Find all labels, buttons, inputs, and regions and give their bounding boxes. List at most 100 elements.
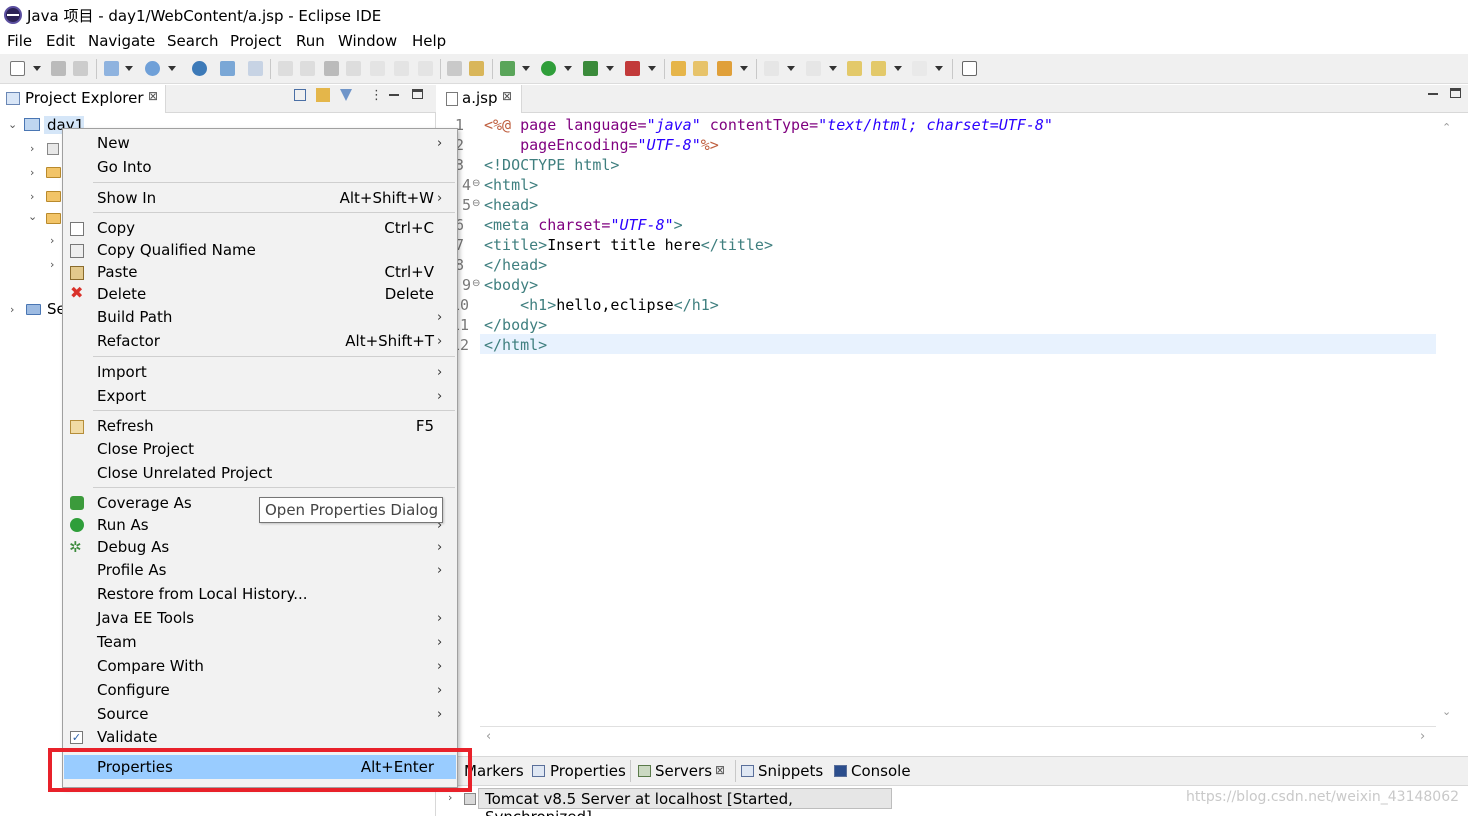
server-entry[interactable]: Tomcat v8.5 Server at localhost [Started…: [478, 788, 892, 816]
menu-run[interactable]: Run: [296, 32, 325, 50]
terminate-icon[interactable]: [324, 61, 339, 76]
menu-item-coverage-as[interactable]: Coverage As: [97, 494, 192, 512]
chevron-right-icon[interactable]: ›: [30, 190, 34, 203]
chevron-right-icon[interactable]: ›: [50, 234, 54, 247]
pencil-dropdown-icon[interactable]: [740, 66, 748, 71]
menu-item-validate[interactable]: Validate: [97, 728, 157, 746]
step-over-icon[interactable]: [394, 61, 409, 76]
forward-dropdown-icon[interactable]: [935, 66, 943, 71]
collapse-all-icon[interactable]: [294, 89, 306, 101]
tab-console[interactable]: Console: [851, 762, 911, 780]
menu-window[interactable]: Window: [338, 32, 397, 50]
menu-item-compare-with[interactable]: Compare With: [97, 657, 204, 675]
menu-item-configure[interactable]: Configure: [97, 681, 170, 699]
open-perspective-icon[interactable]: [962, 61, 977, 76]
menu-item-debug-as[interactable]: Debug As: [97, 538, 169, 556]
tab-properties[interactable]: Properties: [550, 762, 626, 780]
menu-edit[interactable]: Edit: [46, 32, 75, 50]
horizontal-scrollbar[interactable]: ‹ ›: [480, 726, 1436, 748]
step-return-icon[interactable]: [418, 61, 433, 76]
external-tools-dropdown-icon[interactable]: [648, 66, 656, 71]
menu-item-paste[interactable]: Paste: [97, 263, 138, 281]
scroll-left-icon[interactable]: ‹: [486, 729, 491, 744]
external-tools-icon[interactable]: [625, 61, 640, 76]
fold-toggle-icon[interactable]: ⊖: [472, 278, 480, 289]
menu-item-export[interactable]: Export: [97, 387, 146, 405]
prev-annotation-icon[interactable]: [806, 61, 821, 76]
menu-navigate[interactable]: Navigate: [88, 32, 155, 50]
scroll-right-icon[interactable]: ›: [1420, 729, 1425, 744]
close-icon[interactable]: ⊠: [715, 763, 725, 777]
tab-a-jsp[interactable]: a.jsp ⊠: [440, 85, 522, 113]
expand-toggle-icon[interactable]: ⌄: [8, 118, 17, 131]
prev-annotation-dropdown-icon[interactable]: [829, 66, 837, 71]
back-icon[interactable]: [871, 61, 886, 76]
open-type-icon[interactable]: [248, 61, 263, 76]
menu-item-refactor[interactable]: Refactor: [97, 332, 160, 350]
menu-help[interactable]: Help: [412, 32, 446, 50]
new-package-icon[interactable]: [671, 61, 686, 76]
chevron-right-icon[interactable]: ›: [448, 791, 452, 804]
menu-item-refresh[interactable]: Refresh: [97, 417, 154, 435]
tab-markers[interactable]: Markers: [464, 762, 524, 780]
menu-item-run-as[interactable]: Run As: [97, 516, 149, 534]
fold-toggle-icon[interactable]: ⊖: [472, 178, 480, 189]
save-all-icon[interactable]: [73, 61, 88, 76]
pencil-icon[interactable]: [717, 61, 732, 76]
step-into-icon[interactable]: [370, 61, 385, 76]
menu-item-close-unrelated-project[interactable]: Close Unrelated Project: [97, 464, 272, 482]
minimize-icon[interactable]: [389, 94, 399, 96]
menu-item-restore-local-history[interactable]: Restore from Local History...: [97, 585, 308, 603]
chevron-right-icon[interactable]: ›: [30, 142, 34, 155]
maximize-icon[interactable]: [412, 89, 423, 99]
debug-dropdown-icon[interactable]: [522, 66, 530, 71]
editor-minimize-icon[interactable]: [1428, 93, 1438, 95]
menu-item-profile-as[interactable]: Profile As: [97, 561, 167, 579]
suspend-icon[interactable]: [300, 61, 315, 76]
task-icon[interactable]: [447, 61, 462, 76]
menu-search[interactable]: Search: [167, 32, 219, 50]
tab-project-explorer[interactable]: Project Explorer ⊠: [0, 85, 166, 113]
last-edit-icon[interactable]: [847, 61, 862, 76]
back-dropdown-icon[interactable]: [894, 66, 902, 71]
menu-item-copy[interactable]: Copy: [97, 219, 135, 237]
menu-item-build-path[interactable]: Build Path: [97, 308, 172, 326]
scroll-up-icon[interactable]: ⌃: [1442, 121, 1451, 134]
run-dropdown-icon[interactable]: [564, 66, 572, 71]
menu-item-source[interactable]: Source: [97, 705, 149, 723]
resume-icon[interactable]: [278, 61, 293, 76]
forward-icon[interactable]: [912, 61, 927, 76]
next-annotation-dropdown-icon[interactable]: [787, 66, 795, 71]
code-editor[interactable]: [440, 113, 1468, 749]
chevron-right-icon[interactable]: ›: [10, 303, 14, 316]
view-menu-icon[interactable]: ⋮: [370, 88, 383, 103]
web-icon[interactable]: [145, 61, 160, 76]
debug-icon[interactable]: [500, 61, 515, 76]
globe-icon[interactable]: [192, 61, 207, 76]
menu-item-show-in[interactable]: Show In: [97, 189, 156, 207]
menu-item-copy-qualified-name[interactable]: Copy Qualified Name: [97, 241, 256, 259]
chevron-down-icon[interactable]: ⌄: [28, 210, 37, 223]
menu-item-close-project[interactable]: Close Project: [97, 440, 194, 458]
menu-item-team[interactable]: Team: [97, 633, 137, 651]
scroll-down-icon[interactable]: ⌄: [1442, 705, 1451, 718]
server-dropdown-icon[interactable]: [125, 66, 133, 71]
fold-toggle-icon[interactable]: ⊖: [472, 198, 480, 209]
editor-maximize-icon[interactable]: [1450, 88, 1461, 98]
web-dropdown-icon[interactable]: [168, 66, 176, 71]
coverage-dropdown-icon[interactable]: [606, 66, 614, 71]
save-icon[interactable]: [51, 61, 66, 76]
new-dropdown-icon[interactable]: [33, 66, 41, 71]
tab-snippets[interactable]: Snippets: [758, 762, 823, 780]
disconnect-icon[interactable]: [346, 61, 361, 76]
next-annotation-icon[interactable]: [764, 61, 779, 76]
coverage-icon[interactable]: [583, 61, 598, 76]
menu-item-import[interactable]: Import: [97, 363, 147, 381]
deploy-icon[interactable]: [220, 61, 235, 76]
menu-item-java-ee-tools[interactable]: Java EE Tools: [97, 609, 194, 627]
server-icon[interactable]: [104, 61, 119, 76]
link-editor-icon[interactable]: [316, 88, 330, 102]
menu-item-go-into[interactable]: Go Into: [97, 158, 152, 176]
run-icon[interactable]: [541, 61, 556, 76]
vertical-scrollbar[interactable]: ⌃ ⌄: [1436, 113, 1456, 725]
